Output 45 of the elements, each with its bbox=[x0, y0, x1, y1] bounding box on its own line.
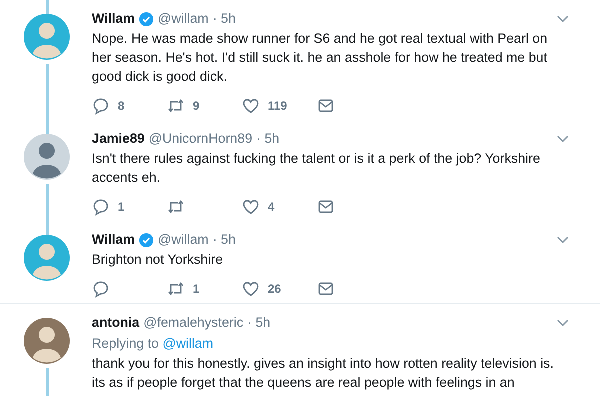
timestamp[interactable]: · 5h bbox=[212, 231, 236, 249]
like-button[interactable]: 119 bbox=[242, 97, 317, 115]
mail-icon bbox=[317, 97, 335, 115]
user-name[interactable]: Willam bbox=[92, 10, 136, 28]
user-handle[interactable]: @femalehysteric bbox=[144, 314, 244, 332]
reply-button[interactable]: 8 bbox=[92, 97, 167, 115]
reply-button[interactable]: 1 bbox=[92, 198, 167, 216]
reply-icon bbox=[92, 198, 110, 216]
mail-icon bbox=[317, 280, 335, 298]
chevron-down-icon[interactable] bbox=[556, 134, 570, 144]
like-button[interactable]: 4 bbox=[242, 198, 317, 216]
tweet-text: thank you for this honestly. gives an insight into how rotten reality television is. its as if people forget that the queens are real people with feelings in an bbox=[92, 355, 555, 392]
timestamp[interactable]: · 5h bbox=[256, 130, 280, 148]
timestamp[interactable]: · 5h bbox=[248, 314, 271, 332]
avatar[interactable] bbox=[24, 235, 70, 281]
timestamp[interactable]: · 5h bbox=[212, 10, 236, 28]
chevron-down-icon[interactable] bbox=[556, 235, 570, 245]
tweet-text: Nope. He was made show runner for S6 and he got real textual with Pearl on her season. He's hot. I'd still suck it. he an asshole for how he treated me but good dick is good dick. bbox=[92, 30, 549, 86]
avatar[interactable] bbox=[24, 14, 70, 60]
heart-icon bbox=[242, 198, 260, 216]
chevron-down-icon[interactable] bbox=[556, 14, 570, 24]
reply-icon bbox=[92, 97, 110, 115]
heart-icon bbox=[242, 97, 260, 115]
retweet-button[interactable]: 9 bbox=[167, 97, 242, 115]
mention-link[interactable]: @willam bbox=[162, 336, 214, 351]
retweet-icon bbox=[167, 280, 185, 298]
user-name[interactable]: Jamie89 bbox=[92, 130, 145, 148]
reply-icon bbox=[92, 280, 110, 298]
user-name[interactable]: Willam bbox=[92, 231, 136, 249]
user-handle[interactable]: @willam bbox=[158, 231, 209, 249]
retweet-icon bbox=[167, 198, 185, 216]
tweet-text: Brighton not Yorkshire bbox=[92, 251, 224, 269]
heart-icon bbox=[242, 280, 260, 298]
avatar[interactable] bbox=[24, 318, 70, 364]
avatar[interactable] bbox=[24, 134, 70, 180]
retweet-icon bbox=[167, 97, 185, 115]
replying-label: Replying to bbox=[92, 336, 159, 351]
user-handle[interactable]: @willam bbox=[158, 10, 209, 28]
mail-icon bbox=[317, 198, 335, 216]
like-button[interactable]: 26 bbox=[242, 280, 317, 298]
chevron-down-icon[interactable] bbox=[556, 318, 570, 328]
retweet-button[interactable]: 1 bbox=[167, 280, 242, 298]
user-name[interactable]: antonia bbox=[92, 314, 140, 332]
user-handle[interactable]: @UnicornHorn89 bbox=[148, 130, 253, 148]
tweet-text: Isn't there rules against fucking the talent or is it a perk of the job? Yorkshire accents eh. bbox=[92, 150, 542, 187]
